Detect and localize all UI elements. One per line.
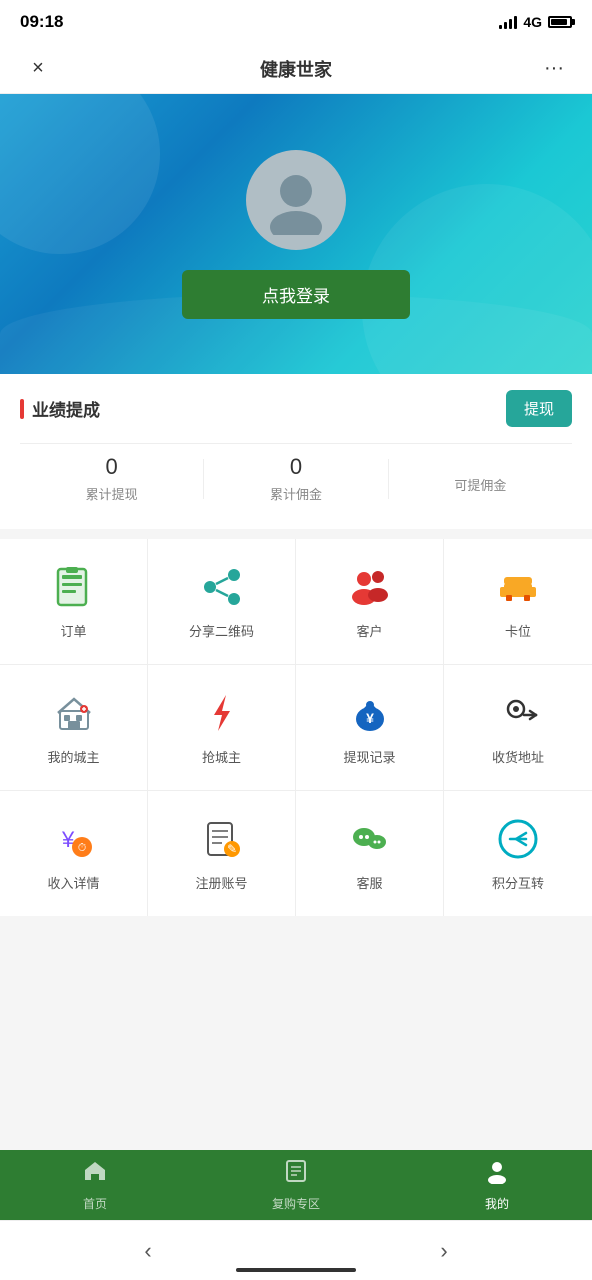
order-icon (50, 563, 98, 611)
login-button[interactable]: 点我登录 (182, 270, 410, 319)
grid-item-seat[interactable]: 卡位 (444, 539, 592, 664)
income-label: 收入详情 (47, 873, 99, 892)
svg-text:¥: ¥ (366, 710, 374, 726)
service-icon (346, 815, 394, 863)
share-label: 分享二维码 (189, 621, 254, 640)
avatar-icon (261, 165, 331, 235)
tab-repurchase-label: 复购专区 (272, 1195, 320, 1212)
register-icon: ✎ (198, 815, 246, 863)
points-icon (494, 815, 542, 863)
avatar (246, 150, 346, 250)
hero-banner: 点我登录 (0, 94, 592, 374)
stat-withdraw-value: 0 (20, 454, 203, 480)
grid-item-address[interactable]: 收货地址 (444, 665, 592, 790)
profile-icon (484, 1158, 510, 1191)
perf-title: 业绩提成 (32, 396, 100, 421)
grid-item-income[interactable]: ¥ ⏱ 收入详情 (0, 791, 148, 916)
income-icon: ¥ ⏱ (50, 815, 98, 863)
tab-repurchase[interactable]: 复购专区 (252, 1150, 340, 1220)
grid-item-grabcity[interactable]: 抢城主 (148, 665, 296, 790)
points-label: 积分互转 (492, 873, 544, 892)
grid-item-register[interactable]: ✎ 注册账号 (148, 791, 296, 916)
nav-bar: × 健康世家 ··· (0, 44, 592, 94)
tab-bar: 首页 复购专区 我的 (0, 1150, 592, 1220)
svg-text:✎: ✎ (226, 842, 236, 856)
stat-cumulative-withdraw: 0 累计提现 (20, 454, 203, 503)
grid-row-2: 我的城主 抢城主 ¥ (0, 665, 592, 791)
seat-label: 卡位 (505, 621, 531, 640)
more-button[interactable]: ··· (536, 51, 572, 87)
grid-item-order[interactable]: 订单 (0, 539, 148, 664)
content-area: 业绩提成 提现 0 累计提现 0 累计佣金 可提佣金 (0, 374, 592, 1056)
grid-item-mycity[interactable]: 我的城主 (0, 665, 148, 790)
grid-item-withdrawlog[interactable]: ¥ 提现记录 (296, 665, 444, 790)
withdrawlog-label: 提现记录 (343, 747, 395, 766)
grid-item-share[interactable]: 分享二维码 (148, 539, 296, 664)
status-time: 09:18 (20, 12, 63, 32)
grid-row-3: ¥ ⏱ 收入详情 ✎ (0, 791, 592, 916)
grid-item-customer[interactable]: 客户 (296, 539, 444, 664)
grabcity-label: 抢城主 (202, 747, 241, 766)
grid-row-1: 订单 分享二维码 (0, 539, 592, 665)
seat-icon (494, 563, 542, 611)
withdrawlog-icon: ¥ (346, 689, 394, 737)
grid-item-service[interactable]: 客服 (296, 791, 444, 916)
share-icon (198, 563, 246, 611)
withdraw-button[interactable]: 提现 (506, 390, 572, 427)
stat-available-label: 可提佣金 (389, 475, 572, 494)
service-label: 客服 (356, 873, 382, 892)
performance-section: 业绩提成 提现 0 累计提现 0 累计佣金 可提佣金 (0, 374, 592, 529)
forward-button[interactable]: › (400, 1228, 487, 1274)
stat-commission-value: 0 (204, 454, 387, 480)
repurchase-icon (283, 1158, 309, 1191)
home-indicator (236, 1268, 356, 1272)
customer-icon (346, 563, 394, 611)
back-button[interactable]: ‹ (104, 1228, 191, 1274)
tab-home-label: 首页 (83, 1195, 107, 1212)
stat-withdraw-label: 累计提现 (20, 484, 203, 503)
signal-icon (499, 15, 517, 29)
network-type: 4G (523, 14, 542, 30)
grid-item-points[interactable]: 积分互转 (444, 791, 592, 916)
home-icon (82, 1158, 108, 1191)
register-label: 注册账号 (195, 873, 247, 892)
perf-title-wrap: 业绩提成 (20, 396, 100, 421)
stat-available-commission: 可提佣金 (389, 463, 572, 494)
address-label: 收货地址 (492, 747, 544, 766)
status-bar: 09:18 4G (0, 0, 592, 44)
grid-menu: 订单 分享二维码 (0, 539, 592, 916)
svg-text:⏱: ⏱ (77, 842, 86, 854)
perf-stats: 0 累计提现 0 累计佣金 可提佣金 (20, 443, 572, 513)
order-label: 订单 (60, 621, 86, 640)
perf-header: 业绩提成 提现 (20, 390, 572, 427)
perf-indicator (20, 399, 24, 419)
tab-home[interactable]: 首页 (62, 1150, 128, 1220)
close-button[interactable]: × (20, 51, 56, 87)
mycity-label: 我的城主 (47, 747, 99, 766)
mycity-icon (50, 689, 98, 737)
battery-icon (548, 16, 572, 28)
status-icons: 4G (499, 14, 572, 30)
stat-commission-label: 累计佣金 (204, 484, 387, 503)
grabcity-icon (198, 689, 246, 737)
address-icon (494, 689, 542, 737)
tab-profile[interactable]: 我的 (464, 1150, 530, 1220)
nav-title: 健康世家 (260, 56, 332, 82)
stat-cumulative-commission: 0 累计佣金 (204, 454, 387, 503)
tab-profile-label: 我的 (485, 1195, 509, 1212)
customer-label: 客户 (356, 621, 382, 640)
